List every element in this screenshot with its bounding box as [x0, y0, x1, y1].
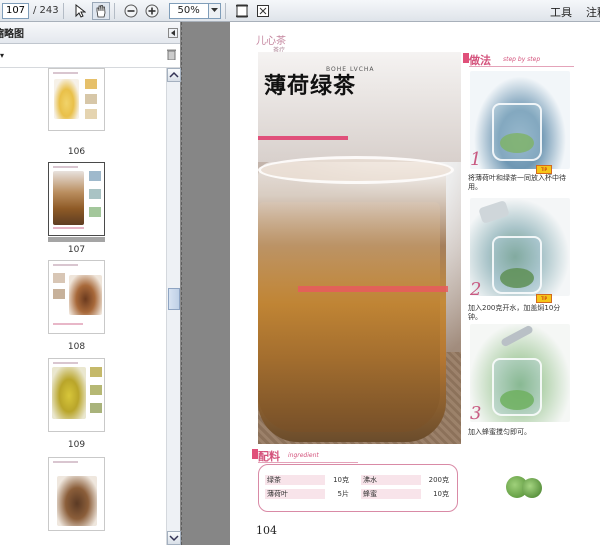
options-menu-icon[interactable]: ▾	[0, 51, 4, 60]
toolbar-separator	[62, 2, 64, 19]
thumbnail-label: 106	[67, 147, 86, 157]
ingredient-name: 蜂蜜	[361, 489, 421, 499]
thumbnail-page-106[interactable]	[48, 68, 105, 131]
ingredient-amount: 200克	[428, 476, 449, 484]
ingredient-amount: 10克	[333, 476, 349, 484]
step-text: 加入200克开水，加盖焖10分钟。	[468, 304, 561, 321]
zoom-dropdown-button[interactable]	[208, 2, 221, 19]
zoom-out-icon[interactable]	[122, 2, 140, 20]
thumbnail-page-110[interactable]	[48, 457, 105, 531]
step-1-photo	[470, 71, 570, 169]
tools-menu[interactable]: 工具	[550, 4, 572, 20]
step-3-photo	[470, 324, 570, 422]
step-number: 2	[470, 279, 482, 300]
step-number: 1	[470, 149, 482, 170]
thumbnail-label: 108	[67, 342, 86, 352]
annotate-menu[interactable]: 注释	[586, 4, 600, 20]
ingredients-subheading: ingredient	[288, 452, 319, 459]
thumbnail-panel-header: 页面缩略图	[0, 22, 180, 44]
full-screen-icon[interactable]	[254, 2, 272, 20]
scroll-down-button[interactable]	[167, 531, 181, 545]
ingredient-amount: 10克	[433, 490, 449, 498]
trash-icon[interactable]	[167, 49, 176, 63]
chevron-down-icon	[169, 535, 179, 542]
step-badge-icon: TIP	[536, 165, 552, 174]
thumbnail-label: 107	[67, 245, 86, 255]
thumbnail-options-bar: ▾	[0, 44, 180, 68]
ingredient-name: 薄荷叶	[265, 489, 325, 499]
page-total-label: / 243	[33, 5, 59, 16]
step-badge-icon: TIP	[536, 294, 552, 303]
ingredient-name: 沸水	[361, 475, 421, 485]
thumbnail-page-108[interactable]	[48, 260, 105, 334]
thumbnail-scrollbar[interactable]	[166, 68, 181, 545]
panel-title: 页面缩略图	[0, 29, 24, 40]
recipe-title: 薄荷绿茶	[264, 74, 357, 99]
thumbnail-label: 109	[67, 440, 86, 450]
zoom-level-field[interactable]: 50%	[168, 2, 209, 19]
step-2-photo	[470, 198, 570, 296]
method-subheading: step by step	[503, 56, 541, 63]
ingredient-amount: 5片	[337, 490, 349, 498]
lime-decoration	[522, 478, 542, 498]
step-text: 加入蜂蜜搅匀即可。	[468, 428, 531, 436]
hand-tool-icon[interactable]	[91, 1, 110, 20]
select-tool-icon[interactable]	[71, 2, 89, 20]
zoom-in-icon[interactable]	[143, 2, 161, 20]
toolbar-separator	[113, 2, 115, 19]
hero-photo: BOHE LVCHA 薄荷绿茶	[258, 52, 461, 444]
document-page: 儿心茶 茶疗 BOHE LVCHA 薄荷绿茶 做法 step by step 1…	[230, 22, 600, 545]
step-text: 将薄荷叶和绿茶一同放入杯中待用。	[468, 174, 566, 191]
chevron-up-icon	[169, 71, 179, 78]
thumbnail-panel: 页面缩略图 ▾ 106 107	[0, 22, 181, 545]
ingredients-table: 绿茶 10克 薄荷叶 5片 沸水 200克 蜂蜜 10克	[258, 464, 458, 512]
document-view[interactable]: 儿心茶 茶疗 BOHE LVCHA 薄荷绿茶 做法 step by step 1…	[181, 22, 600, 545]
main-toolbar: / 243 50% 工具 注释	[0, 0, 600, 22]
title-accent-bar	[258, 136, 348, 140]
ingredient-name: 绿茶	[265, 475, 325, 485]
thumbnail-page-107[interactable]	[47, 161, 106, 237]
fit-page-icon[interactable]	[233, 2, 251, 20]
page-number-input[interactable]	[2, 2, 29, 19]
thumbnail-page-109[interactable]	[48, 358, 105, 432]
scrollbar-thumb[interactable]	[168, 288, 180, 310]
chevron-down-icon	[210, 8, 218, 12]
zoom-level-value: 50%	[177, 5, 200, 16]
toolbar-separator	[224, 2, 226, 19]
page-number: 104	[256, 524, 277, 537]
selected-thumbnail-indicator	[48, 237, 105, 242]
thumbnail-list: 106 107 108 109	[0, 68, 166, 545]
scroll-up-button[interactable]	[167, 68, 181, 82]
collapse-panel-icon[interactable]	[168, 27, 178, 38]
step-number: 3	[470, 403, 482, 424]
